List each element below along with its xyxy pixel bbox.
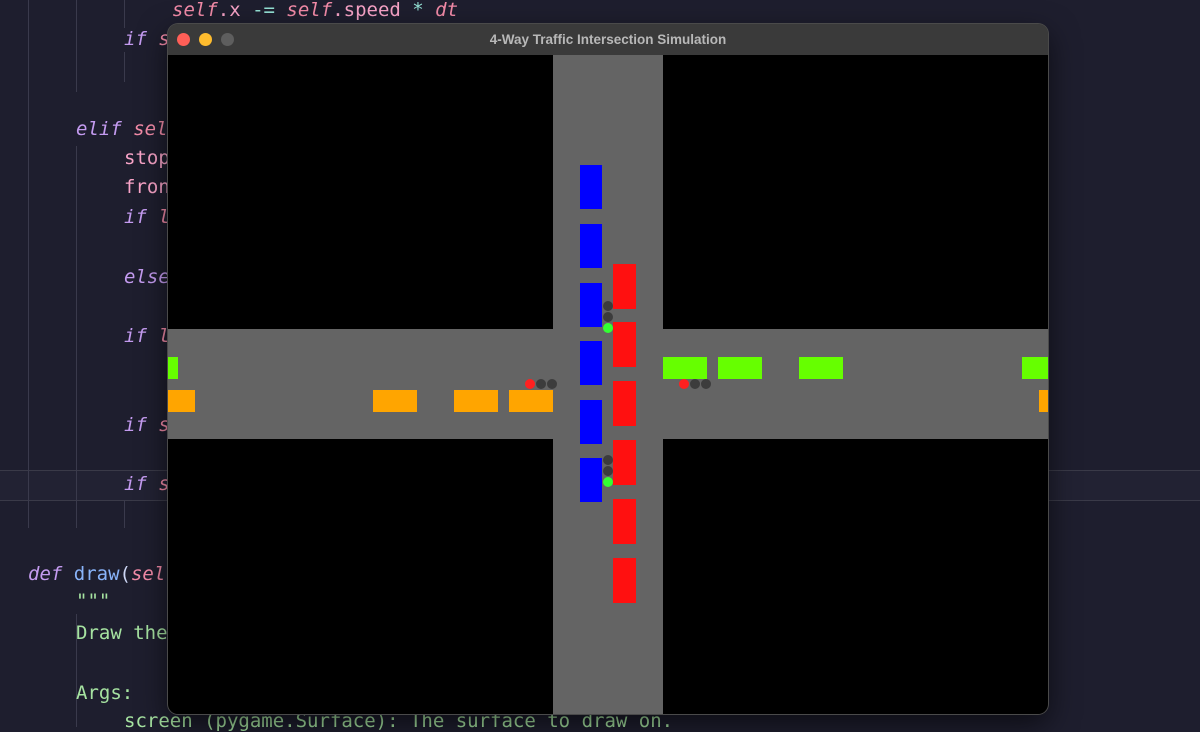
code-line: fron bbox=[124, 176, 170, 198]
car-northbound bbox=[613, 322, 636, 367]
car-westbound bbox=[718, 357, 762, 379]
code-token: self bbox=[286, 0, 333, 21]
code-line: stop bbox=[124, 147, 170, 169]
traffic-light-south-green bbox=[603, 477, 613, 487]
indent-guide bbox=[76, 146, 77, 528]
traffic-light-south-yellow bbox=[603, 466, 613, 476]
code-token: if bbox=[124, 206, 159, 228]
traffic-light-west-red bbox=[525, 379, 535, 389]
car-southbound bbox=[580, 400, 602, 444]
code-token: elif bbox=[76, 118, 134, 140]
car-northbound bbox=[613, 264, 636, 309]
horizontal-road bbox=[168, 329, 1048, 439]
code-line: if s bbox=[124, 28, 170, 50]
code-token: draw bbox=[73, 563, 120, 585]
code-token: if bbox=[124, 473, 159, 495]
code-token: -= bbox=[252, 0, 287, 21]
window-title: 4-Way Traffic Intersection Simulation bbox=[489, 32, 727, 47]
code-line: """ bbox=[76, 590, 111, 612]
car-eastbound bbox=[373, 390, 417, 412]
traffic-light-east-yellow bbox=[690, 379, 700, 389]
code-token: dt bbox=[435, 0, 459, 21]
code-token: .speed bbox=[332, 0, 413, 21]
traffic-light-east-green bbox=[701, 379, 711, 389]
code-token: sel bbox=[133, 118, 168, 140]
car-eastbound bbox=[168, 390, 195, 412]
traffic-light-west-green bbox=[547, 379, 557, 389]
traffic-light-north-red bbox=[603, 301, 613, 311]
code-token: if bbox=[124, 325, 159, 347]
indent-guide bbox=[28, 0, 29, 528]
simulation-window[interactable]: 4-Way Traffic Intersection Simulation bbox=[168, 24, 1048, 714]
code-token: if bbox=[124, 28, 159, 50]
code-token: .x bbox=[217, 0, 253, 21]
traffic-light-south-red bbox=[603, 455, 613, 465]
car-northbound bbox=[613, 381, 636, 426]
code-line: if l bbox=[124, 206, 170, 228]
code-token: * bbox=[412, 0, 436, 21]
code-line: elif sel bbox=[76, 118, 168, 140]
code-line: def draw(sel bbox=[28, 563, 165, 585]
code-token: sel bbox=[130, 563, 166, 585]
indent-guide bbox=[124, 500, 125, 528]
traffic-light-east-red bbox=[679, 379, 689, 389]
car-northbound bbox=[613, 499, 636, 544]
code-line: if s bbox=[124, 414, 170, 436]
traffic-light-west-yellow bbox=[536, 379, 546, 389]
car-eastbound bbox=[509, 390, 553, 412]
indent-guide bbox=[76, 0, 77, 92]
car-northbound bbox=[613, 440, 636, 485]
car-eastbound bbox=[1039, 390, 1048, 412]
code-line: else bbox=[124, 266, 170, 288]
car-northbound bbox=[613, 558, 636, 603]
code-token: def bbox=[28, 563, 74, 585]
car-southbound bbox=[580, 283, 602, 327]
car-southbound bbox=[580, 341, 602, 385]
traffic-light-north-green bbox=[603, 323, 613, 333]
car-southbound bbox=[580, 165, 602, 209]
title-bar[interactable]: 4-Way Traffic Intersection Simulation bbox=[168, 24, 1048, 56]
code-token: if bbox=[124, 414, 159, 436]
indent-guide bbox=[124, 52, 125, 82]
code-token: ( bbox=[119, 563, 131, 585]
indent-guide bbox=[124, 0, 125, 28]
car-southbound bbox=[580, 224, 602, 268]
code-token: self bbox=[172, 0, 218, 21]
car-eastbound bbox=[454, 390, 498, 412]
code-line: self.x -= self.speed * dt bbox=[172, 0, 458, 21]
code-line: Draw the bbox=[76, 622, 168, 644]
car-westbound bbox=[1022, 357, 1048, 379]
car-westbound bbox=[663, 357, 707, 379]
code-line: if l bbox=[124, 325, 170, 347]
traffic-light-north-yellow bbox=[603, 312, 613, 322]
simulation-canvas[interactable] bbox=[168, 55, 1048, 714]
car-westbound bbox=[799, 357, 843, 379]
code-line: if s bbox=[124, 473, 170, 495]
car-westbound bbox=[168, 357, 178, 379]
car-southbound bbox=[580, 458, 602, 502]
code-line: Args: bbox=[76, 682, 134, 704]
